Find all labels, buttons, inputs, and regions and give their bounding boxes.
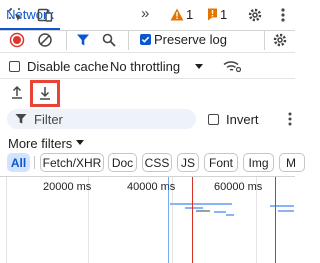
toolbar-divider xyxy=(264,30,265,50)
invert-label[interactable]: Invert xyxy=(226,112,259,127)
export-har-icon[interactable] xyxy=(37,84,53,102)
dom-content-loaded-marker xyxy=(168,177,169,263)
dropdown-arrow-icon[interactable] xyxy=(194,62,204,70)
devtools-tabbar: Network » 1 1 xyxy=(0,0,295,31)
network-conditions-icon[interactable] xyxy=(222,57,242,75)
chip-divider xyxy=(34,156,35,169)
clear-icon[interactable] xyxy=(37,32,53,48)
disable-cache-label[interactable]: Disable cache xyxy=(27,59,109,74)
request-bar xyxy=(170,203,232,205)
import-har-icon[interactable] xyxy=(9,83,25,101)
chip-img[interactable]: Img xyxy=(243,153,274,172)
error-count[interactable]: 1 xyxy=(220,7,227,22)
request-bar xyxy=(226,214,234,216)
chip-css[interactable]: CSS xyxy=(142,153,172,172)
more-options-icon[interactable] xyxy=(275,5,291,25)
toolbar-divider xyxy=(128,30,129,50)
settings-icon[interactable] xyxy=(271,32,289,48)
chip-media[interactable]: M xyxy=(279,153,305,172)
request-bar xyxy=(196,210,210,212)
load-event-marker xyxy=(192,177,193,263)
timeline-tick-label: 20000 ms xyxy=(43,181,92,193)
settings-icon[interactable] xyxy=(245,5,265,25)
timeline-overview[interactable]: 20000 ms 40000 ms 60000 ms xyxy=(0,176,295,263)
stop-recording-icon[interactable] xyxy=(9,32,25,48)
error-icon[interactable] xyxy=(206,7,218,21)
select-element-icon[interactable] xyxy=(6,5,26,25)
disable-cache-checkbox[interactable] xyxy=(9,61,20,72)
more-options-icon[interactable] xyxy=(285,111,295,127)
request-bar xyxy=(278,210,294,212)
chip-font[interactable]: Font xyxy=(204,153,238,172)
toolbar-divider xyxy=(66,30,67,50)
search-icon[interactable] xyxy=(101,32,117,48)
more-tabs-icon[interactable]: » xyxy=(141,5,149,22)
request-bar xyxy=(270,205,294,207)
chip-doc[interactable]: Doc xyxy=(108,153,137,172)
throttling-select[interactable]: No throttling xyxy=(110,59,180,74)
filter-search-icon xyxy=(14,112,28,126)
warning-icon[interactable] xyxy=(170,7,184,21)
filter-icon[interactable] xyxy=(75,32,91,48)
device-toolbar-icon[interactable] xyxy=(35,5,55,25)
toolbar-separator xyxy=(0,52,295,53)
invert-checkbox[interactable] xyxy=(208,114,219,125)
timeline-tick-label: 60000 ms xyxy=(214,181,263,193)
toolbar-separator xyxy=(0,78,295,79)
preserve-log-label[interactable]: Preserve log xyxy=(154,32,227,47)
dropdown-arrow-icon[interactable] xyxy=(75,138,85,146)
chip-js[interactable]: JS xyxy=(177,153,199,172)
warning-count[interactable]: 1 xyxy=(186,7,193,22)
chip-fetch-xhr[interactable]: Fetch/XHR xyxy=(40,153,104,172)
filter-placeholder[interactable]: Filter xyxy=(34,112,63,127)
preserve-log-checkbox[interactable] xyxy=(140,34,151,45)
chip-all[interactable]: All xyxy=(7,153,30,172)
request-bar xyxy=(185,207,203,209)
more-filters-button[interactable]: More filters xyxy=(8,136,72,151)
request-bar xyxy=(214,211,226,213)
load-event-marker xyxy=(275,177,276,263)
